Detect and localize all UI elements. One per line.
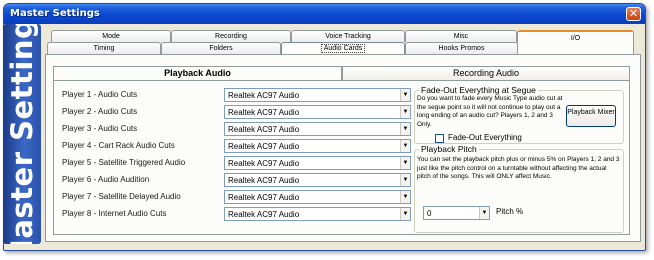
- player-label: Player 3 - Audio Cuts: [62, 124, 138, 133]
- side-banner: Master Settings: [3, 24, 41, 244]
- tab-label: Voice Tracking: [325, 33, 371, 40]
- pitch-unit-label: Pitch %: [496, 207, 524, 216]
- select-value: Realtek AC97 Audio: [228, 176, 300, 185]
- window-title: Master Settings: [10, 8, 100, 19]
- select-value: Realtek AC97 Audio: [228, 193, 300, 202]
- player-label: Player 8 - Internet Audio Cuts: [62, 209, 167, 218]
- tab-io[interactable]: I/O: [517, 30, 634, 55]
- settings-tabs: Mode Recording Voice Tracking Misc I/O T…: [47, 30, 639, 55]
- player-label: Player 4 - Cart Rack Audio Cuts: [62, 141, 175, 150]
- select-value: Realtek AC97 Audio: [228, 91, 300, 100]
- player-6-device-select[interactable]: Realtek AC97 Audio ▼: [224, 173, 411, 187]
- side-banner-text: Master Settings: [5, 24, 39, 244]
- player-label: Player 1 - Audio Cuts: [62, 90, 138, 99]
- fadeout-group: Fade-Out Everything at Segue Do you want…: [414, 85, 624, 144]
- tab-label: Misc: [453, 33, 469, 40]
- tab-label: Timing: [93, 45, 115, 52]
- player-label: Player 7 - Satellite Delayed Audio: [62, 192, 181, 201]
- subtab-playback-audio[interactable]: Playback Audio: [53, 66, 342, 80]
- player-3-device-select[interactable]: Realtek AC97 Audio ▼: [224, 122, 411, 136]
- dropdown-arrow-icon[interactable]: ▼: [400, 157, 410, 169]
- subtab-label: Recording Audio: [452, 68, 520, 78]
- player-5-device-select[interactable]: Realtek AC97 Audio ▼: [224, 156, 411, 170]
- tab-label: Mode: [102, 33, 120, 40]
- tab-timing[interactable]: Timing: [47, 42, 161, 54]
- tab-folders[interactable]: Folders: [161, 42, 281, 54]
- tab-label: Audio Cards: [320, 44, 366, 53]
- player-label: Player 6 - Audio Audition: [62, 175, 150, 184]
- tab-audio-cards[interactable]: Audio Cards: [281, 42, 405, 54]
- dropdown-arrow-icon[interactable]: ▼: [400, 140, 410, 152]
- dropdown-arrow-icon[interactable]: ▼: [400, 174, 410, 186]
- player-label: Player 2 - Audio Cuts: [62, 107, 138, 116]
- tab-label: Recording: [215, 33, 247, 40]
- subtab-label: Playback Audio: [164, 68, 231, 78]
- tab-hooks-promos[interactable]: Hooks Promos: [405, 42, 518, 54]
- player-label: Player 5 - Satellite Triggered Audio: [62, 158, 186, 167]
- select-value: Realtek AC97 Audio: [228, 108, 300, 117]
- pitch-group: Playback Pitch You can set the playback …: [414, 144, 624, 233]
- dropdown-arrow-icon[interactable]: ▼: [400, 123, 410, 135]
- dropdown-arrow-icon[interactable]: ▼: [400, 208, 410, 220]
- select-value: Realtek AC97 Audio: [228, 125, 300, 134]
- dropdown-arrow-icon[interactable]: ▼: [400, 89, 410, 101]
- tab-voice-tracking[interactable]: Voice Tracking: [291, 30, 405, 42]
- tab-mode[interactable]: Mode: [51, 30, 171, 42]
- select-value: Realtek AC97 Audio: [228, 210, 300, 219]
- title-bar[interactable]: Master Settings ✕: [4, 4, 645, 24]
- pitch-select[interactable]: 0 ▼: [423, 206, 490, 220]
- dropdown-arrow-icon[interactable]: ▼: [400, 191, 410, 203]
- fadeout-title: Fade-Out Everything at Segue: [419, 85, 538, 95]
- player-4-device-select[interactable]: Realtek AC97 Audio ▼: [224, 139, 411, 153]
- fadeout-checkbox[interactable]: [435, 134, 444, 143]
- select-value: Realtek AC97 Audio: [228, 159, 300, 168]
- player-8-device-select[interactable]: Realtek AC97 Audio ▼: [224, 207, 411, 221]
- close-icon[interactable]: ✕: [626, 7, 641, 21]
- pitch-title: Playback Pitch: [419, 144, 479, 154]
- fadeout-description: Do you want to fade every Music Type aud…: [417, 95, 563, 128]
- playback-mixer-button[interactable]: Playback Mixer: [566, 105, 616, 127]
- player-7-device-select[interactable]: Realtek AC97 Audio ▼: [224, 190, 411, 204]
- pitch-description: You can set the playback pitch plus or m…: [417, 156, 620, 180]
- tab-label: I/O: [570, 35, 581, 42]
- tab-label: Hooks Promos: [438, 45, 485, 52]
- subtab-recording-audio[interactable]: Recording Audio: [342, 66, 630, 80]
- fadeout-checkbox-label: Fade-Out Everything: [448, 133, 522, 142]
- player-2-device-select[interactable]: Realtek AC97 Audio ▼: [224, 105, 411, 119]
- dropdown-arrow-icon[interactable]: ▼: [400, 106, 410, 118]
- tab-recording[interactable]: Recording: [171, 30, 291, 42]
- select-value: Realtek AC97 Audio: [228, 142, 300, 151]
- select-value: 0: [427, 209, 432, 218]
- tab-misc[interactable]: Misc: [405, 30, 517, 42]
- dropdown-arrow-icon[interactable]: ▼: [479, 207, 489, 219]
- player-1-device-select[interactable]: Realtek AC97 Audio ▼: [224, 88, 411, 102]
- tab-label: Folders: [209, 45, 233, 52]
